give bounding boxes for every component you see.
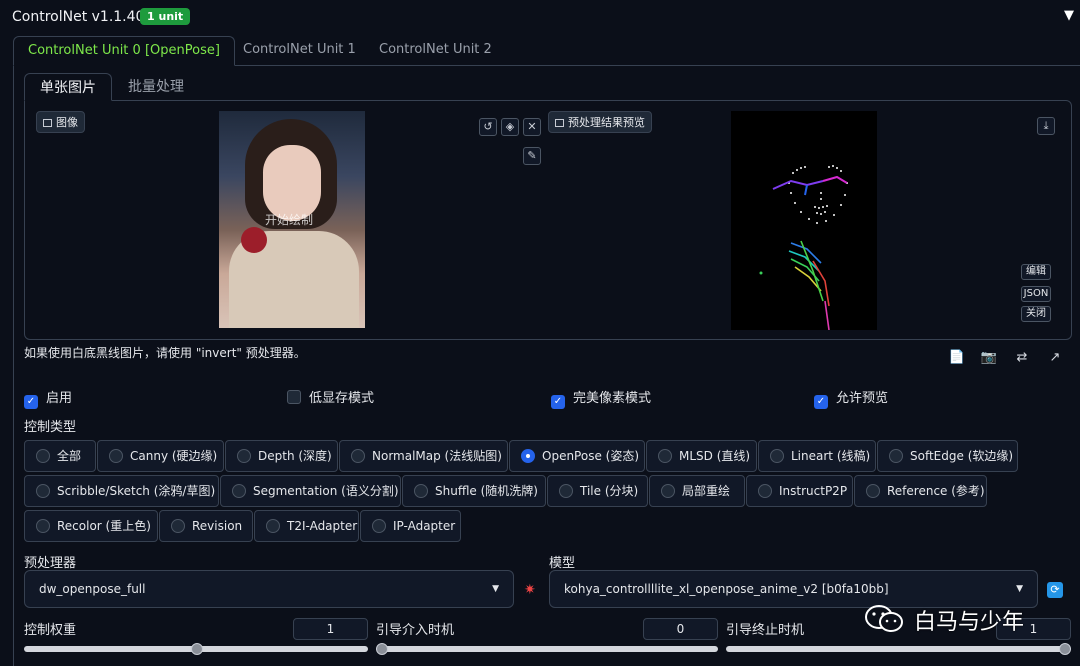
guidance-end-thumb[interactable] xyxy=(1059,643,1071,655)
control-type-all[interactable]: 全部 xyxy=(24,440,96,472)
control-type-scribble[interactable]: Scribble/Sketch (涂鸦/草图) xyxy=(24,475,219,507)
close-preview-button[interactable]: 关闭 xyxy=(1021,306,1051,322)
image-area xyxy=(24,100,1072,340)
download-icon[interactable]: ⤓ xyxy=(1037,117,1055,135)
preprocessor-value: dw_openpose_full xyxy=(39,582,146,596)
preprocessor-label: 预处理器 xyxy=(24,556,77,571)
panel-title: ControlNet v1.1.405 xyxy=(12,9,154,25)
image-icon xyxy=(555,119,564,127)
control-type-openpose[interactable]: OpenPose (姿态) xyxy=(509,440,645,472)
image-icon xyxy=(43,119,52,127)
check-icon: ✓ xyxy=(814,395,828,409)
control-weight-thumb[interactable] xyxy=(191,643,203,655)
guidance-start-thumb[interactable] xyxy=(376,643,388,655)
controlnet-header[interactable]: ControlNet v1.1.405 1 unit ▼ xyxy=(0,0,1080,34)
control-type-tile[interactable]: Tile (分块) xyxy=(547,475,648,507)
wechat-watermark: 白马与少年 xyxy=(862,598,1072,638)
eraser-icon[interactable]: ◈ xyxy=(501,118,519,136)
guidance-start-track[interactable] xyxy=(376,646,718,652)
control-type-canny[interactable]: Canny (硬边缘) xyxy=(97,440,224,472)
photo-face xyxy=(263,145,321,221)
control-type-instructp2p[interactable]: InstructP2P xyxy=(746,475,853,507)
control-type-label: 控制类型 xyxy=(24,420,77,435)
wechat-icon xyxy=(865,605,903,632)
edit-button[interactable]: 编辑 xyxy=(1021,264,1051,280)
lowvram-checkbox[interactable]: 低显存模式 xyxy=(287,387,374,406)
check-icon: ✓ xyxy=(551,395,565,409)
guidance-start-label: 引导介入时机 xyxy=(376,623,455,638)
triangle-down-icon[interactable]: ▼ xyxy=(1064,8,1074,23)
guidance-end-label: 引导终止时机 xyxy=(726,623,805,638)
pixel-perfect-checkbox[interactable]: ✓ 完美像素模式 xyxy=(551,387,651,409)
refresh-icon[interactable]: ⟳ xyxy=(1047,582,1063,598)
check-icon: ✓ xyxy=(24,395,38,409)
control-type-softedge[interactable]: SoftEdge (软边缘) xyxy=(877,440,1018,472)
preprocessor-select[interactable]: dw_openpose_full ▼ xyxy=(24,570,514,608)
pose-preview xyxy=(731,111,877,331)
send-icon[interactable]: ↗ xyxy=(1046,350,1064,366)
invert-hint: 如果使用白底黑线图片，请使用 "invert" 预处理器。 xyxy=(24,346,306,360)
tab-batch[interactable]: 批量处理 xyxy=(113,73,199,101)
dropdown-arrow-icon: ▼ xyxy=(492,584,499,594)
watermark-text: 白马与少年 xyxy=(914,610,1025,635)
allow-preview-checkbox[interactable]: ✓ 允许预览 xyxy=(814,387,888,409)
json-button[interactable]: JSON xyxy=(1021,286,1051,302)
tab-unit-1[interactable]: ControlNet Unit 1 xyxy=(229,36,370,66)
tab-unit-2[interactable]: ControlNet Unit 2 xyxy=(365,36,506,66)
close-icon[interactable]: ✕ xyxy=(523,118,541,136)
control-type-recolor[interactable]: Recolor (重上色) xyxy=(24,510,158,542)
control-type-normalmap[interactable]: NormalMap (法线贴图) xyxy=(339,440,508,472)
control-type-revision[interactable]: Revision xyxy=(159,510,253,542)
model-label: 模型 xyxy=(549,556,576,571)
preview-label: 预处理结果预览 xyxy=(548,111,652,133)
control-type-segmentation[interactable]: Segmentation (语义分割) xyxy=(220,475,401,507)
document-icon[interactable]: 📄 xyxy=(948,350,966,366)
control-type-reference[interactable]: Reference (参考) xyxy=(854,475,987,507)
swap-icon[interactable]: ⇄ xyxy=(1013,350,1031,366)
guidance-end-track[interactable] xyxy=(726,646,1071,652)
control-type-inpaint[interactable]: 局部重绘 xyxy=(649,475,745,507)
control-weight-input[interactable]: 1 xyxy=(293,618,368,640)
camera-icon[interactable]: 📷 xyxy=(980,350,998,366)
input-image-canvas[interactable]: 开始绘制 xyxy=(219,111,365,328)
guidance-start-input[interactable]: 0 xyxy=(643,618,718,640)
checkbox-box xyxy=(287,390,301,404)
control-type-shuffle[interactable]: Shuffle (随机洗牌) xyxy=(402,475,546,507)
tab-unit-0[interactable]: ControlNet Unit 0 [OpenPose] xyxy=(13,36,235,66)
enable-checkbox[interactable]: ✓ 启用 xyxy=(24,387,72,409)
control-weight-label: 控制权重 xyxy=(24,623,77,638)
unit-count-badge: 1 unit xyxy=(140,8,191,25)
control-type-lineart[interactable]: Lineart (线稿) xyxy=(758,440,876,472)
input-image-label: 图像 xyxy=(36,111,85,133)
control-type-mlsd[interactable]: MLSD (直线) xyxy=(646,440,757,472)
run-preprocessor-icon[interactable]: ✷ xyxy=(524,582,536,598)
model-value: kohya_controllllite_xl_openpose_anime_v2… xyxy=(564,582,889,596)
tab-single-image[interactable]: 单张图片 xyxy=(24,73,112,101)
brush-icon[interactable]: ✎ xyxy=(523,147,541,165)
pose-skeleton xyxy=(759,165,848,331)
rotate-icon[interactable]: ↺ xyxy=(479,118,497,136)
control-type-ip-adapter[interactable]: IP-Adapter xyxy=(360,510,461,542)
control-type-depth[interactable]: Depth (深度) xyxy=(225,440,338,472)
control-type-t2i-adapter[interactable]: T2I-Adapter xyxy=(254,510,359,542)
photo-rose xyxy=(241,227,267,253)
canvas-watermark: 开始绘制 xyxy=(265,213,314,227)
